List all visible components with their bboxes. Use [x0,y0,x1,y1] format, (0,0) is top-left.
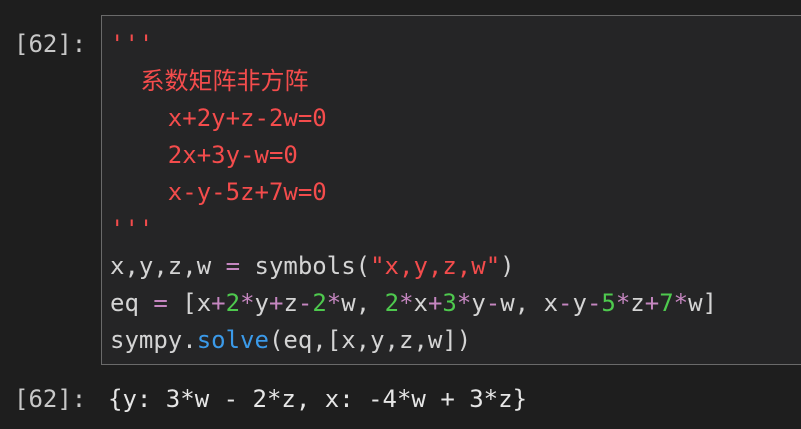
docstring-line-4: x-y-5z+7w=0 [110,178,327,206]
plus-operator: + [211,289,226,317]
multiply-operator: * [673,289,689,317]
code-token: ) [500,252,515,280]
code-editor[interactable]: ''' 系数矩阵非方阵 x+2y+z-2w=0 2x+3y-w=0 x-y-5z… [110,26,717,359]
minus-operator: - [558,289,573,317]
code-token: y [572,289,587,317]
docstring-line-2: x+2y+z-2w=0 [110,104,327,132]
code-token: y [471,289,486,317]
module-name: sympy [110,326,183,354]
plus-operator: + [644,289,660,317]
code-line-solve: sympy.solve(eq,[x,y,z,w]) [110,322,717,359]
multiply-operator: * [399,289,414,317]
plus-operator: + [268,289,284,317]
code-line-eq: eq = [x+2*y+z-2*w, 2*x+3*y-w, x-y-5*z+7*… [110,285,717,322]
code-token: (eq,[x,y,z,w]) [268,326,472,354]
code-token: z [283,289,298,317]
multiply-operator: * [456,289,472,317]
code-token: x [413,289,428,317]
input-prompt: [62]: [14,30,87,58]
multiply-operator: * [326,289,342,317]
minus-operator: - [297,289,313,317]
number-literal: 2 [384,289,400,317]
code-cell[interactable]: ''' 系数矩阵非方阵 x+2y+z-2w=0 2x+3y-w=0 x-y-5z… [101,15,801,365]
minus-operator: - [586,289,602,317]
method-name: solve [196,326,269,354]
plus-operator: + [427,289,443,317]
code-token: w, [341,289,385,317]
docstring-line-3: 2x+3y-w=0 [110,141,298,169]
assign-operator: = [153,289,168,317]
code-token: symbols( [240,252,371,280]
docstring-close: ''' [110,215,154,243]
number-literal: 3 [442,289,457,317]
number-literal: 2 [312,289,327,317]
code-line-symbols: x,y,z,w = symbols("x,y,z,w") [110,248,717,285]
output-prompt: [62]: [14,385,87,413]
code-token: z [630,289,645,317]
code-token: x,y,z,w [110,252,226,280]
code-token: w, x [500,289,559,317]
cell-output: {y: 3*w - 2*z, x: -4*w + 3*z} [108,385,528,413]
number-literal: 2 [225,289,241,317]
code-token: . [182,326,197,354]
code-token: eq [110,289,154,317]
string-literal: "x,y,z,w" [370,252,501,280]
docstring-open: ''' [110,30,154,58]
number-literal: 5 [601,289,616,317]
multiply-operator: * [615,289,631,317]
docstring-line-1: 系数矩阵非方阵 [110,67,309,95]
assign-operator: = [225,252,241,280]
minus-operator: - [485,289,501,317]
code-token: y [254,289,269,317]
code-token: [x [167,289,212,317]
code-token: w] [688,289,718,317]
multiply-operator: * [240,289,255,317]
number-literal: 7 [659,289,674,317]
